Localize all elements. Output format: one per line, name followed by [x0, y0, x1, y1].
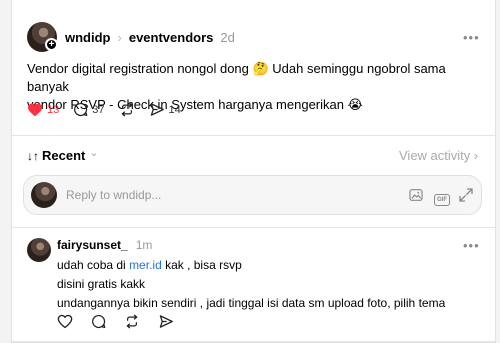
divider	[12, 135, 495, 136]
image-icon[interactable]	[408, 187, 424, 208]
repost-button[interactable]	[119, 102, 135, 117]
divider	[12, 227, 495, 228]
comment-more-button[interactable]: •••	[463, 238, 480, 253]
divider	[12, 341, 495, 342]
gif-label: GIF	[434, 194, 450, 206]
comment-header: fairysunset_ 1m	[57, 238, 152, 252]
commenter-avatar[interactable]	[27, 238, 51, 262]
share-icon	[149, 102, 165, 117]
community-name[interactable]: eventvendors	[129, 30, 214, 45]
sort-dropdown[interactable]: ↓↑ Recent ⌄	[27, 147, 99, 163]
comment-line: undangannya bikin sendiri , jadi tinggal…	[57, 296, 446, 310]
comment-icon	[73, 102, 88, 117]
share-button[interactable]: 14	[149, 102, 181, 117]
comment-count: 37	[92, 103, 105, 116]
comment-actions	[57, 314, 174, 334]
comment-link[interactable]: mer.id	[129, 258, 162, 272]
comment-text: kak , bisa rsvp	[161, 258, 242, 272]
comment-button[interactable]: 37	[73, 102, 105, 117]
comment-text: udah coba di	[57, 258, 130, 272]
view-activity-link[interactable]: View activity ›	[399, 148, 478, 163]
heart-icon	[27, 103, 43, 117]
reply-avatar	[31, 182, 57, 208]
repost-icon	[119, 102, 135, 117]
like-button[interactable]: 13	[27, 103, 59, 117]
follow-plus-icon[interactable]: +	[45, 38, 58, 51]
post-time: 2d	[220, 30, 235, 45]
post-actions: 13 37 14	[27, 102, 181, 117]
comment-line: disini gratis kakk	[57, 277, 146, 291]
comment-line: udah coba di mer.id kak , bisa rsvp	[57, 256, 445, 275]
post-author-name[interactable]: wndidp	[65, 30, 111, 45]
comment-body: udah coba di mer.id kak , bisa rsvp disi…	[57, 256, 445, 313]
comment-icon[interactable]	[91, 314, 106, 334]
share-count: 14	[168, 103, 181, 116]
sort-arrows-icon: ↓↑	[27, 148, 39, 163]
breadcrumb-separator: ›	[117, 30, 122, 45]
reply-box[interactable]: Reply to wndidp... GIF	[23, 175, 482, 215]
post-header: wndidp › eventvendors 2d	[65, 30, 235, 45]
heart-icon[interactable]	[57, 314, 73, 334]
repost-icon[interactable]	[124, 314, 140, 334]
comment-author-name[interactable]: fairysunset_	[57, 238, 128, 252]
thread-card: + wndidp › eventvendors 2d ••• Vendor di…	[11, 0, 496, 343]
gif-icon[interactable]: GIF	[434, 188, 450, 206]
post-more-button[interactable]: •••	[463, 30, 480, 45]
reply-input[interactable]: Reply to wndidp...	[66, 188, 161, 202]
post-text-line: Vendor digital registration nongol dong …	[27, 61, 446, 94]
share-icon[interactable]	[158, 314, 174, 334]
like-count: 13	[47, 103, 60, 116]
chevron-down-icon: ⌄	[89, 147, 99, 159]
expand-icon[interactable]	[457, 186, 475, 209]
sort-label: Recent	[42, 148, 86, 163]
comment-time: 1m	[135, 238, 153, 252]
